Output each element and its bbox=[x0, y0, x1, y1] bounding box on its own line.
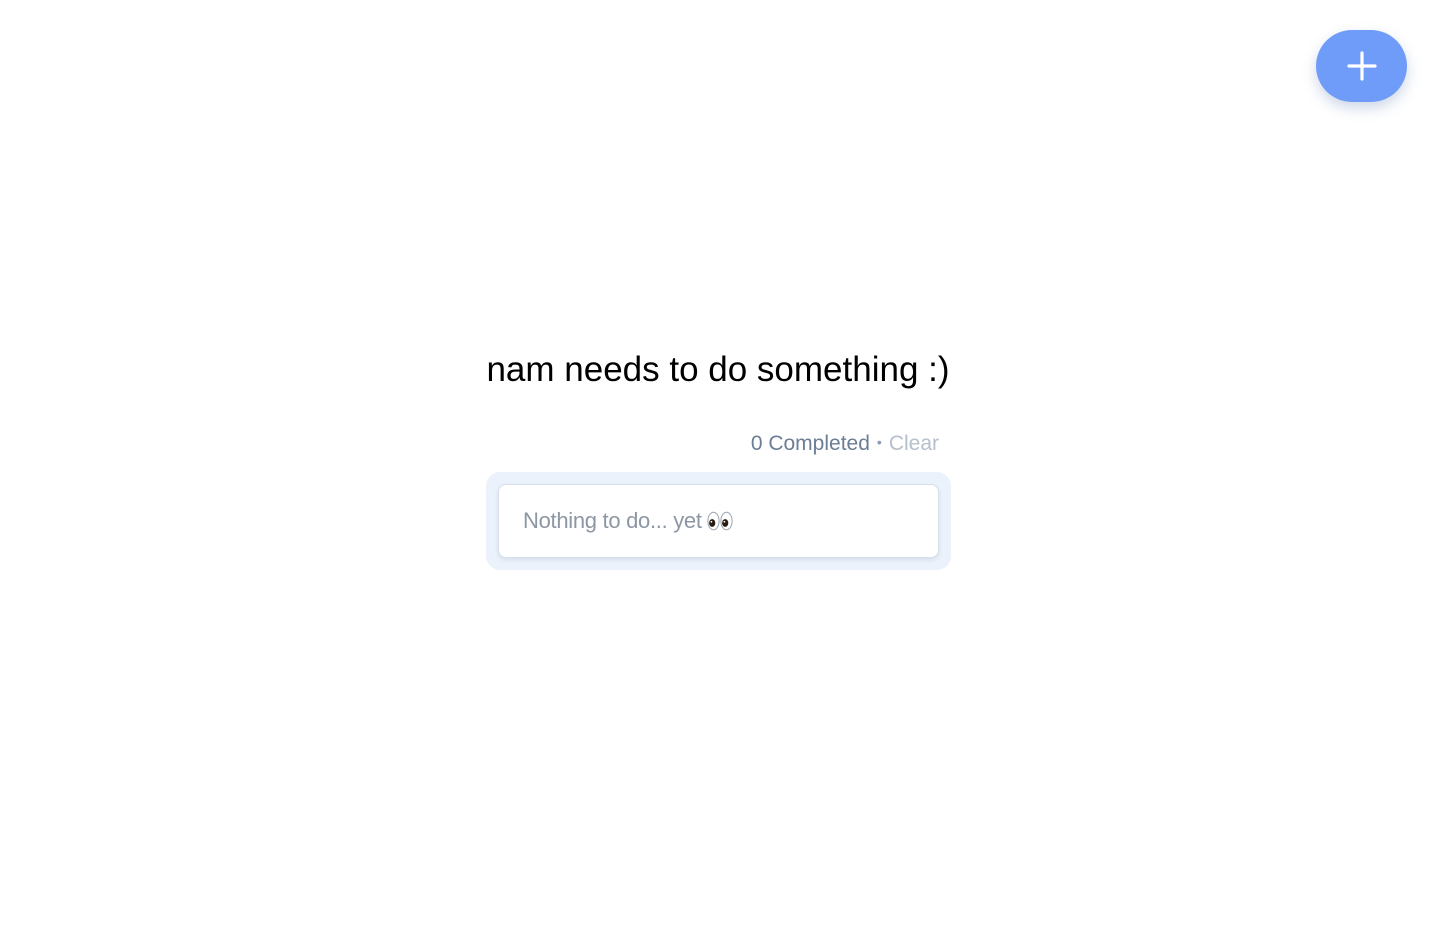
separator-dot: • bbox=[876, 434, 882, 451]
empty-state-card: Nothing to do... yet bbox=[498, 484, 939, 558]
plus-icon bbox=[1346, 51, 1377, 81]
eyes-icon bbox=[707, 510, 733, 532]
empty-state-message: Nothing to do... yet bbox=[523, 508, 702, 533]
todo-list-container: Nothing to do... yet bbox=[486, 472, 951, 570]
todo-page: nam needs to do something :) 0 Completed… bbox=[0, 0, 1436, 926]
completed-status: 0 Completed • Clear bbox=[486, 430, 939, 458]
add-todo-button[interactable] bbox=[1316, 30, 1407, 102]
clear-completed-button[interactable]: Clear bbox=[889, 432, 939, 455]
page-title: nam needs to do something :) bbox=[486, 350, 950, 389]
completed-count: 0 Completed bbox=[750, 432, 870, 455]
